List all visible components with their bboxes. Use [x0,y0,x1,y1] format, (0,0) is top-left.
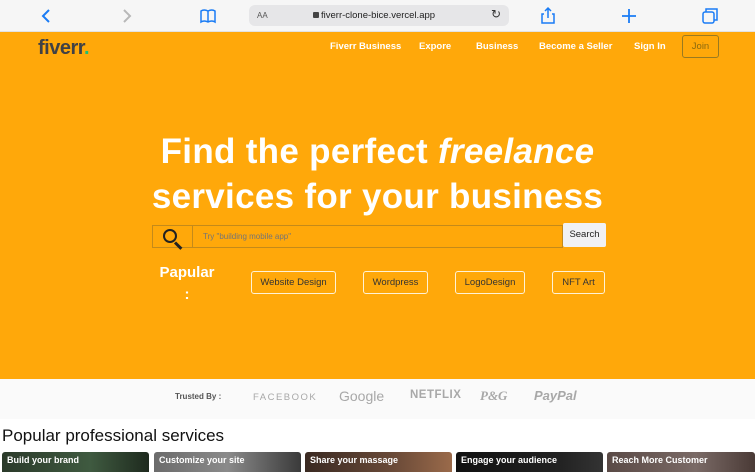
brand-facebook: FACEBOOK [253,392,318,403]
nav-become-seller[interactable]: Become a Seller [539,41,612,52]
join-button[interactable]: Join [682,35,719,58]
service-card[interactable]: Share your massage [305,452,452,472]
fiverr-logo[interactable]: fiverr. [38,37,90,60]
chevron-right-icon[interactable] [116,6,136,26]
tag-logodesign[interactable]: LogoDesign [455,271,525,294]
share-icon[interactable] [538,6,558,26]
nav-fiverr-business[interactable]: Fiverr Business [330,41,401,52]
hero-section: fiverr. Fiverr Business Expore Business … [0,32,755,379]
tag-website-design[interactable]: Website Design [251,271,336,294]
nav-business[interactable]: Business [476,41,518,52]
tag-wordpress[interactable]: Wordpress [363,271,428,294]
service-card-label: Build your brand [7,455,79,465]
plus-icon[interactable] [619,6,639,26]
service-card-label: Reach More Customer [612,455,708,465]
brand-netflix: NETFLIX [410,389,462,401]
brand-paypal: PayPal [534,388,577,403]
trusted-by-bar: Trusted By : FACEBOOK Google NETFLIX P&G… [0,379,755,419]
service-card[interactable]: Customize your site [154,452,301,472]
text-size-button[interactable]: AA [257,11,268,20]
chevron-left-icon[interactable] [37,6,57,26]
popular-label: Papular : [159,264,215,303]
logo-dot: . [83,37,90,59]
brand-pg: P&G [480,388,508,403]
browser-toolbar: AA fiverr-clone-bice.vercel.app ↻ [0,0,755,32]
service-card-label: Customize your site [159,455,245,465]
tag-nft-art[interactable]: NFT Art [552,271,605,294]
lock-icon [313,12,319,18]
service-card[interactable]: Build your brand [2,452,149,472]
book-icon[interactable] [198,6,218,26]
headline-line-2: services for your business [151,177,604,216]
search-icon [152,225,192,250]
service-card-label: Share your massage [310,455,399,465]
search-input[interactable] [192,225,563,248]
search-bar [152,225,606,250]
headline-line-1: Find the perfect freelance [160,132,595,171]
nav-sign-in[interactable]: Sign In [634,41,666,52]
reload-icon[interactable]: ↻ [491,7,501,21]
service-card-label: Engage your audience [461,455,558,465]
url-text: fiverr-clone-bice.vercel.app [321,10,436,21]
nav-explore[interactable]: Expore [419,41,451,52]
search-button[interactable]: Search [563,223,606,247]
brand-google: Google [339,388,385,404]
logo-text: fiverr [38,37,84,59]
trusted-label: Trusted By : [175,392,222,401]
tabs-icon[interactable] [700,6,720,26]
section-title: Popular professional services [2,426,225,445]
address-bar[interactable]: AA fiverr-clone-bice.vercel.app ↻ [249,5,509,26]
service-card[interactable]: Reach More Customer [607,452,755,472]
service-card[interactable]: Engage your audience [456,452,603,472]
